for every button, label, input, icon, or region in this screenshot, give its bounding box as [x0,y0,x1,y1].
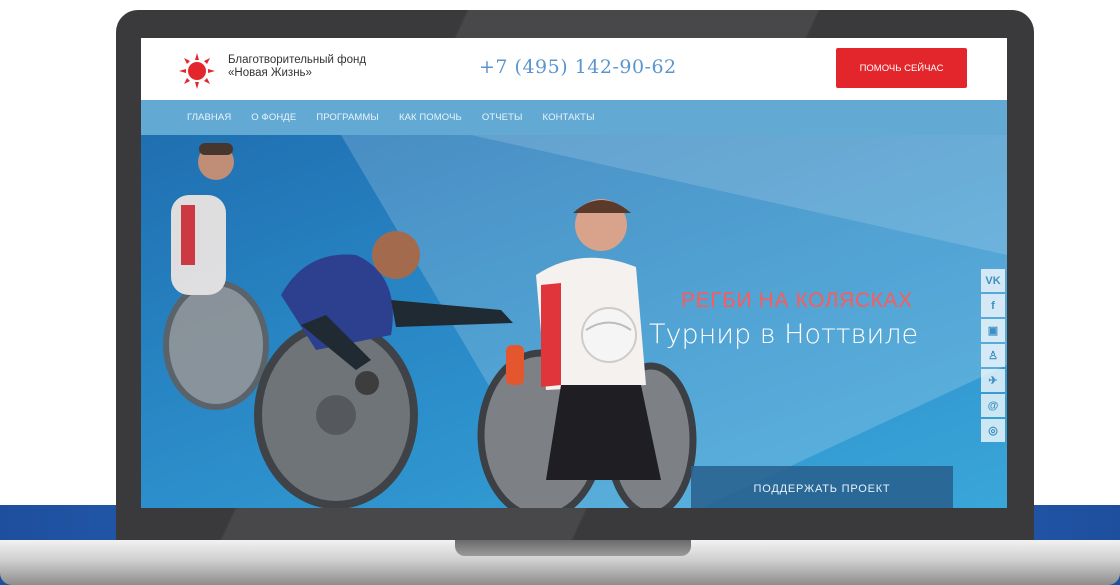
facebook-icon[interactable]: f [981,294,1005,317]
logo-line1: Благотворительный фонд [228,54,367,66]
odnoklassniki-icon[interactable]: ♙ [981,344,1005,367]
email-icon[interactable]: @ [981,394,1005,417]
logo-line2: «Новая Жизнь» [228,67,312,79]
hero-banner: РЕГБИ НА КОЛЯСКАХ Турнир в Ноттвиле ПОДД… [141,135,1007,508]
hero-photo-players [163,143,697,508]
hero-subtitle: Турнир в Ноттвиле [649,319,919,350]
nav-item-about[interactable]: О ФОНДЕ [251,112,296,123]
site-header: Благотворительный фонд «Новая Жизнь» +7 … [141,38,1007,100]
social-sidebar: VK f ▣ ♙ ✈ @ ◎ [981,269,1007,444]
phone-number[interactable]: +7 (495) 142-90-62 [479,56,677,78]
nav-item-contacts[interactable]: КОНТАКТЫ [543,112,595,123]
main-nav: ГЛАВНАЯ О ФОНДЕ ПРОГРАММЫ КАК ПОМОЧЬ ОТЧ… [141,100,1007,135]
sun-logo-icon[interactable] [177,51,217,89]
nav-item-home[interactable]: ГЛАВНАЯ [187,112,231,123]
help-now-button[interactable]: ПОМОЧЬ СЕЙЧАС [836,48,967,88]
youtube-icon[interactable]: ▣ [981,319,1005,342]
twitter-icon[interactable]: ✈ [981,369,1005,392]
laptop-notch [455,540,691,556]
nav-item-programs[interactable]: ПРОГРАММЫ [316,112,379,123]
logo-text[interactable]: Благотворительный фонд «Новая Жизнь» [228,54,366,80]
nav-item-how-to-help[interactable]: КАК ПОМОЧЬ [399,112,462,123]
hero-title: РЕГБИ НА КОЛЯСКАХ [681,289,913,312]
instagram-icon[interactable]: ◎ [981,419,1005,442]
player-middle [254,231,513,508]
vk-icon[interactable]: VK [981,269,1005,292]
nav-item-reports[interactable]: ОТЧЕТЫ [482,112,523,123]
support-project-button[interactable]: ПОДДЕРЖАТЬ ПРОЕКТ [691,466,953,508]
laptop-screen: Благотворительный фонд «Новая Жизнь» +7 … [141,38,1007,508]
player-left [163,143,269,410]
player-right [477,199,697,508]
